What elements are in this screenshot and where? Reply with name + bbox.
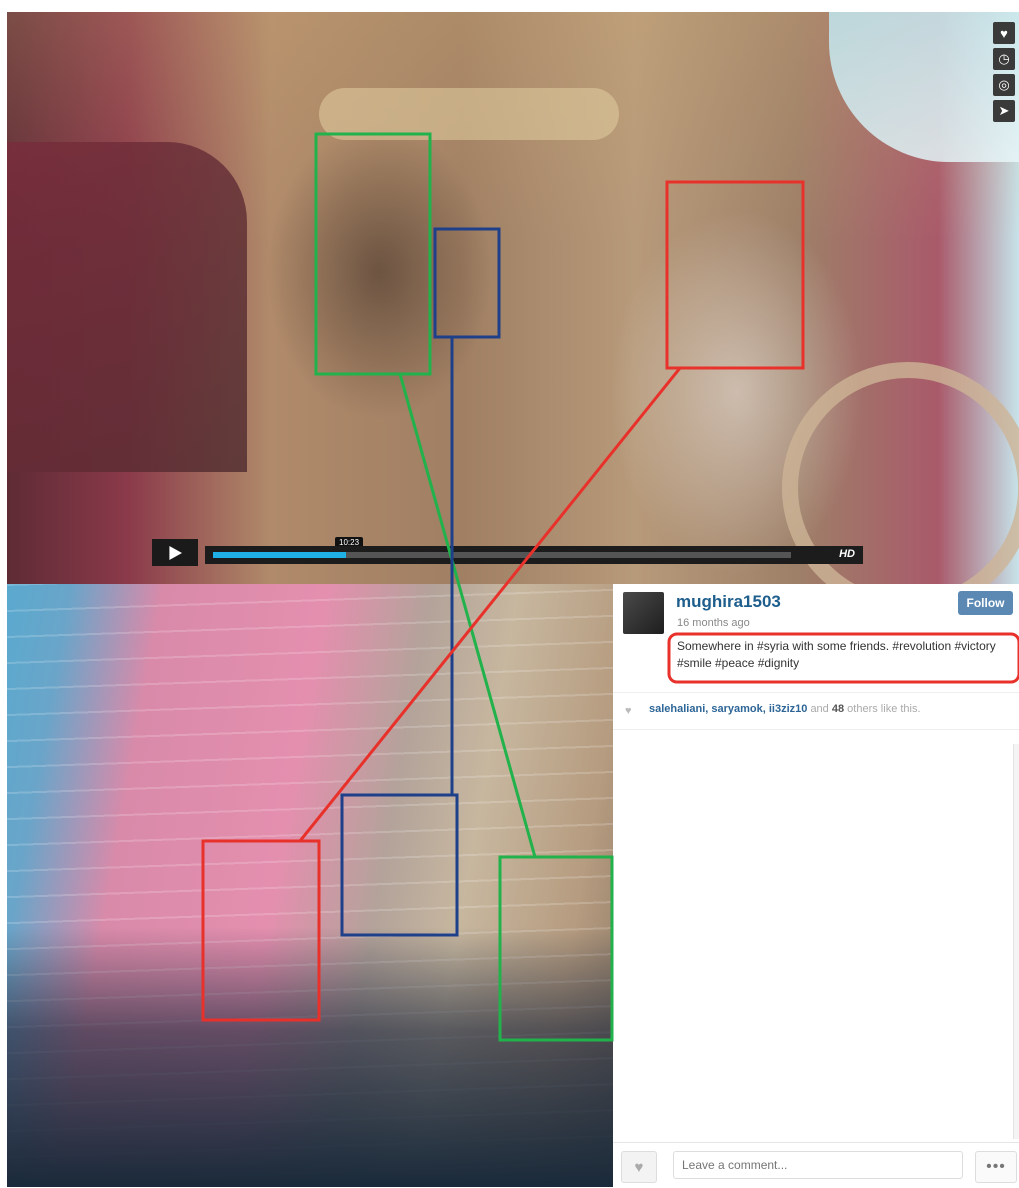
hd-badge[interactable]: HD	[839, 548, 855, 560]
group-photo	[7, 584, 613, 1187]
likes-suffix: others like this.	[847, 703, 921, 715]
username[interactable]: mughira1503	[676, 592, 781, 612]
heart-icon: ♥	[634, 1158, 644, 1176]
follow-button[interactable]: Follow	[958, 591, 1013, 615]
likes-text: salehaliani, saryamok, ii3ziz10 and 48 o…	[649, 703, 921, 715]
progress-track[interactable]	[213, 552, 791, 558]
progress-bar[interactable]: HD	[205, 546, 863, 564]
scrollbar[interactable]	[1013, 744, 1019, 1139]
play-icon	[169, 545, 182, 560]
photo-shadow	[7, 927, 613, 1187]
comment-input[interactable]	[673, 1151, 963, 1179]
comment-bar: ♥ •••	[613, 1142, 1019, 1188]
caption: Somewhere in #syria with some friends. #…	[677, 639, 996, 670]
video-frame[interactable]: ♥ ◷ ◎ ➤	[7, 12, 1019, 584]
like-button[interactable]: ♥	[621, 1151, 657, 1183]
avatar[interactable]	[623, 592, 664, 634]
more-options-button[interactable]: •••	[975, 1151, 1017, 1183]
windshield	[829, 12, 1019, 162]
video-side-icons: ♥ ◷ ◎ ➤	[993, 22, 1015, 122]
likers-names[interactable]: salehaliani, saryamok, ii3ziz10	[649, 703, 807, 715]
clock-icon[interactable]: ◷	[993, 48, 1015, 70]
heart-icon[interactable]: ♥	[993, 22, 1015, 44]
heart-icon: ♥	[625, 705, 632, 717]
sun-visor	[319, 88, 619, 140]
likes-count[interactable]: 48	[832, 703, 844, 715]
layers-icon[interactable]: ◎	[993, 74, 1015, 96]
likes-row: ♥ salehaliani, saryamok, ii3ziz10 and 48…	[613, 692, 1019, 730]
car-door	[7, 142, 247, 472]
progress-fill	[213, 552, 346, 558]
post-time: 16 months ago	[677, 617, 750, 629]
play-button[interactable]	[152, 539, 198, 566]
send-icon[interactable]: ➤	[993, 100, 1015, 122]
instagram-panel: mughira1503 16 months ago Follow Somewhe…	[613, 584, 1019, 1188]
likes-and: and	[810, 703, 829, 715]
